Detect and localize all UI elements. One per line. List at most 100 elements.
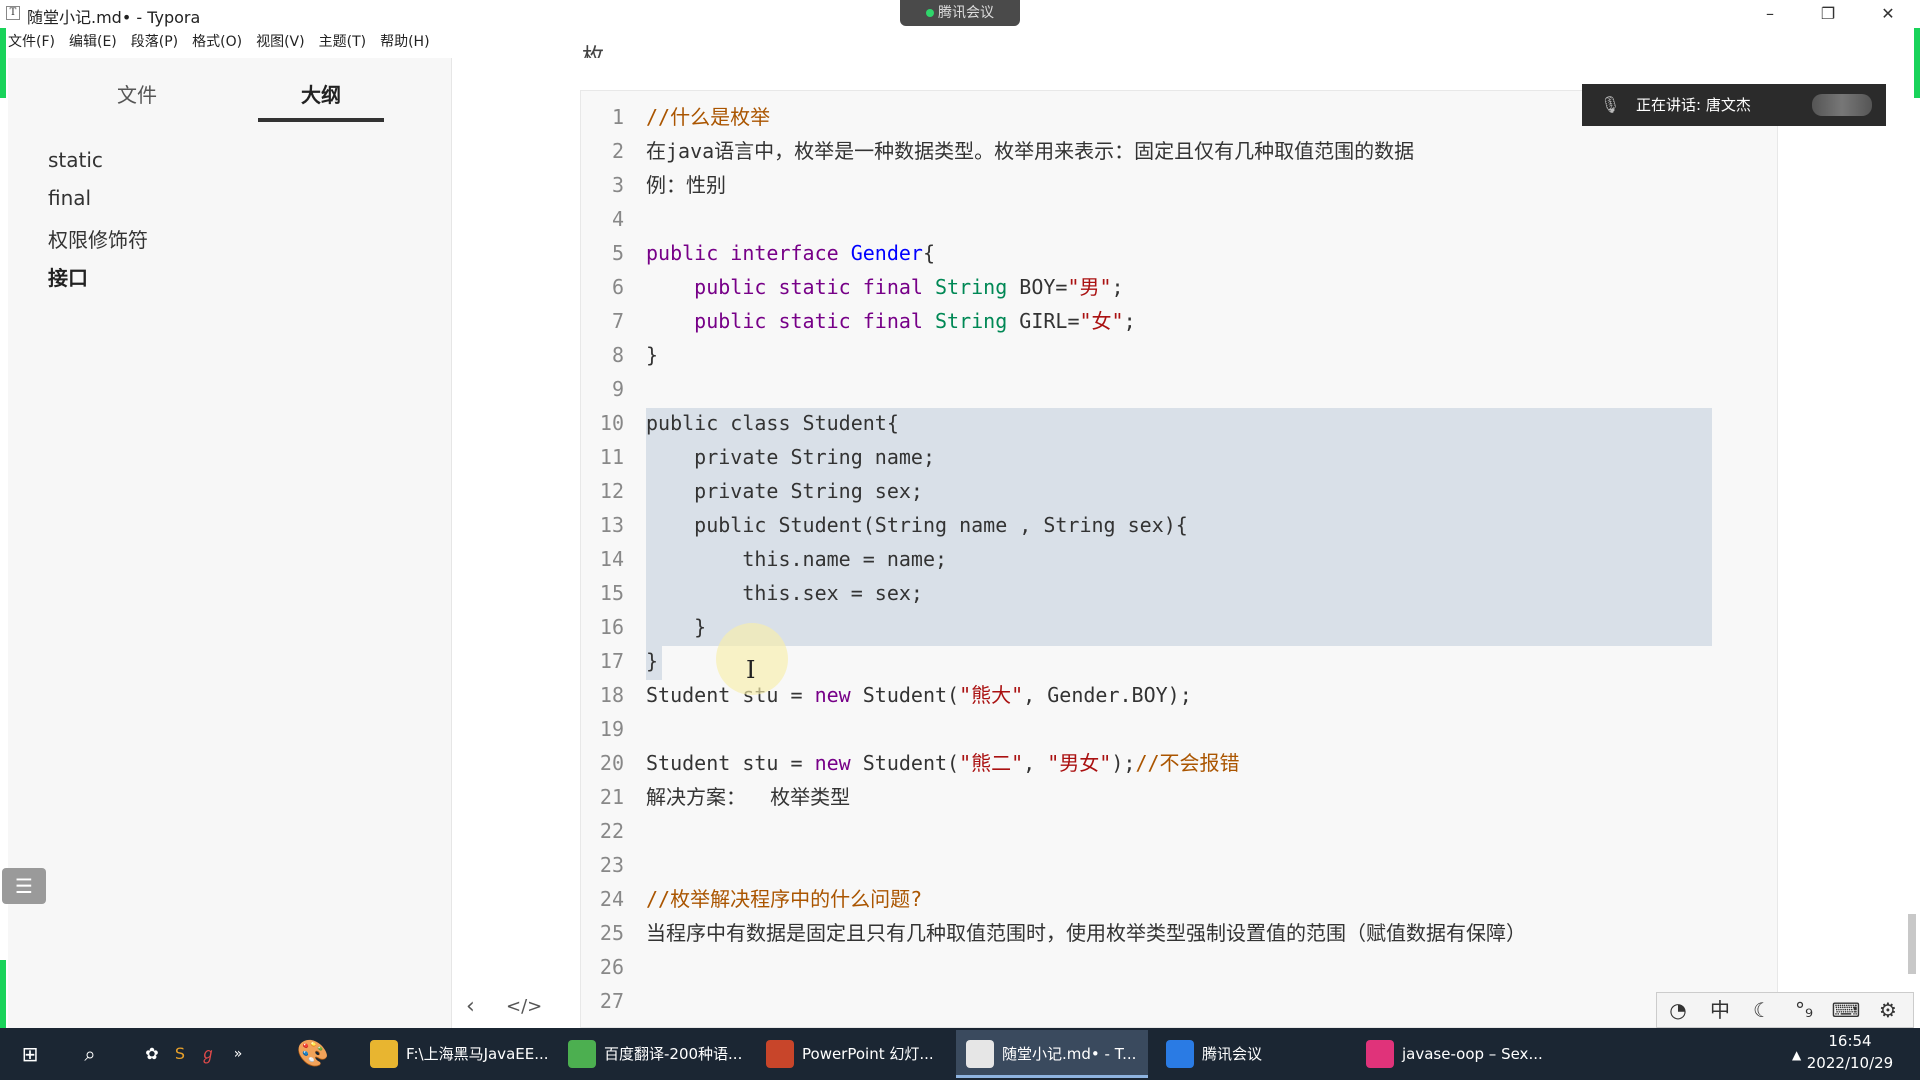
pinned-app-icon[interactable]: ✿: [140, 1028, 164, 1080]
line-number: 4: [611, 207, 624, 231]
code-line[interactable]: 10 public class Student{: [580, 406, 1730, 440]
taskbar-task[interactable]: 腾讯会议: [1156, 1030, 1348, 1078]
minimize-button[interactable]: –: [1742, 0, 1798, 28]
code-line[interactable]: 25 当程序中有数据是固定且只有几种取值范围时，使用枚举类型强制设置值的范围（赋值…: [580, 916, 1730, 950]
code-line[interactable]: 27: [580, 984, 1730, 1018]
ime-keyboard-icon[interactable]: ⌨: [1825, 993, 1867, 1027]
code-token: public static final: [646, 309, 935, 333]
code-token: ,: [1023, 751, 1048, 775]
chevron-left-icon[interactable]: ‹: [466, 994, 475, 1019]
search-icon[interactable]: ⌕: [70, 1028, 110, 1080]
line-number: 10: [599, 411, 624, 435]
code-line[interactable]: 15 this.sex = sex;: [580, 576, 1730, 610]
code-token: //枚举解决程序中的什么问题?: [646, 887, 923, 911]
code-token: "女": [1079, 309, 1124, 333]
outline-item-final[interactable]: final: [48, 186, 91, 210]
task-label: javase-oop – Sex...: [1402, 1045, 1543, 1063]
line-number: 25: [599, 921, 624, 945]
sublime-text-icon[interactable]: S: [168, 1028, 192, 1080]
taskbar-task[interactable]: 随堂小记.md• - T...: [956, 1030, 1148, 1078]
code-token: "熊大": [959, 683, 1024, 707]
outline-item-access-modifiers[interactable]: 权限修饰符: [48, 224, 148, 253]
line-number: 14: [599, 547, 624, 571]
code-line[interactable]: 22: [580, 814, 1730, 848]
code-line[interactable]: 13 public Student(String name , String s…: [580, 508, 1730, 542]
line-number: 24: [599, 887, 624, 911]
restore-button[interactable]: ❐: [1800, 0, 1856, 28]
overflow-chevron-icon[interactable]: »: [228, 1028, 248, 1080]
code-line[interactable]: 24 //枚举解决程序中的什么问题?: [580, 882, 1730, 916]
source-code-mode-icon[interactable]: </>: [506, 996, 542, 1017]
code-line[interactable]: 2 在java语言中，枚举是一种数据类型。枚举用来表示：固定且仅有几种取值范围的数…: [580, 134, 1730, 168]
meeting-share-tab[interactable]: 腾讯会议: [900, 0, 1020, 26]
task-app-icon: [1166, 1040, 1194, 1068]
code-token: "熊二": [959, 751, 1024, 775]
code-line[interactable]: 3 例：性别: [580, 168, 1730, 202]
outline-item-interface[interactable]: 接口: [48, 262, 88, 291]
tray-chevron-up-icon[interactable]: ▲: [1792, 1048, 1801, 1062]
close-button[interactable]: ✕: [1860, 0, 1916, 28]
taskbar-task[interactable]: 百度翻译-200种语...: [558, 1030, 750, 1078]
windows-start-icon[interactable]: ⊞: [8, 1028, 52, 1080]
clock-time: 16:54: [1828, 1032, 1872, 1050]
code-token: ;: [1123, 309, 1136, 333]
code-line[interactable]: 11 private String name;: [580, 440, 1730, 474]
pinned-app-icon-red[interactable]: ℊ: [196, 1028, 220, 1080]
ime-settings-gear-icon[interactable]: ⚙: [1867, 993, 1909, 1027]
taskbar-task[interactable]: javase-oop – Sex...: [1356, 1030, 1548, 1078]
code-line[interactable]: 23: [580, 848, 1730, 882]
code-line[interactable]: 1 //什么是枚举: [580, 100, 1730, 134]
code-line[interactable]: 12 private String sex;: [580, 474, 1730, 508]
code-line[interactable]: 20 Student stu = new Student("熊二", "男女");…: [580, 746, 1730, 780]
code-line[interactable]: 19: [580, 712, 1730, 746]
code-token: //不会报错: [1135, 751, 1240, 775]
speaker-avatar: [1812, 94, 1872, 116]
code-line[interactable]: 21 解决方案： 枚举类型: [580, 780, 1730, 814]
outline-toggle-icon[interactable]: ☰: [2, 868, 46, 904]
menu-paragraph[interactable]: 段落(P): [131, 30, 178, 54]
code-line[interactable]: 6 public static final String BOY="男";: [580, 270, 1730, 304]
menu-theme[interactable]: 主题(T): [319, 30, 366, 54]
code-token: 例：性别: [646, 173, 726, 197]
menu-edit[interactable]: 编辑(E): [69, 30, 117, 54]
code-token: Gender: [850, 241, 923, 265]
editor-scrollbar[interactable]: [1908, 914, 1916, 974]
code-line[interactable]: 14 this.name = name;: [580, 542, 1730, 576]
ime-halfwidth-moon-icon[interactable]: ☾: [1741, 993, 1783, 1027]
menu-format[interactable]: 格式(O): [192, 30, 242, 54]
code-line[interactable]: 4: [580, 202, 1730, 236]
ime-punctuation-icon[interactable]: °₉: [1783, 993, 1825, 1027]
menu-view[interactable]: 视图(V): [256, 30, 305, 54]
ime-chinese-mode-button[interactable]: 中: [1699, 993, 1741, 1027]
tab-files[interactable]: 文件: [74, 78, 200, 122]
taskbar: ⊞ ⌕ ✿ S ℊ » 🎨 F:\上海黑马JavaEE... 百度翻译-200种语…: [0, 1028, 1920, 1080]
line-number: 17: [599, 649, 624, 673]
line-number: 22: [599, 819, 624, 843]
code-token: String: [934, 309, 1008, 333]
code-line[interactable]: 7 public static final String GIRL="女";: [580, 304, 1730, 338]
menu-help[interactable]: 帮助(H): [380, 30, 429, 54]
line-number: 16: [599, 615, 624, 639]
ime-logo-icon[interactable]: ◔: [1657, 993, 1699, 1027]
taskbar-task[interactable]: F:\上海黑马JavaEE...: [360, 1030, 552, 1078]
paint-app-icon[interactable]: 🎨: [288, 1028, 338, 1080]
code-line[interactable]: 5 public interface Gender{: [580, 236, 1730, 270]
code-token: this.sex = sex;: [646, 581, 923, 605]
task-label: PowerPoint 幻灯...: [802, 1045, 934, 1063]
code-token: BOY=: [1007, 275, 1068, 299]
outline-item-static[interactable]: static: [48, 148, 103, 172]
taskbar-task[interactable]: PowerPoint 幻灯...: [756, 1030, 948, 1078]
code-token: 解决方案： 枚举类型: [646, 785, 851, 809]
system-clock[interactable]: 16:54 2022/10/29: [1800, 1030, 1900, 1074]
code-token: GIRL=: [1007, 309, 1080, 333]
code-token: {: [922, 241, 935, 265]
tab-outline[interactable]: 大纲: [258, 78, 384, 122]
menu-file[interactable]: 文件(F): [8, 30, 55, 54]
code-token: //什么是枚举: [646, 105, 771, 129]
code-token: );: [1111, 751, 1136, 775]
code-token: , Gender.BOY);: [1023, 683, 1192, 707]
task-label: 腾讯会议: [1202, 1045, 1263, 1063]
code-line[interactable]: 9: [580, 372, 1730, 406]
code-line[interactable]: 8}: [580, 338, 1730, 372]
code-line[interactable]: 26: [580, 950, 1730, 984]
